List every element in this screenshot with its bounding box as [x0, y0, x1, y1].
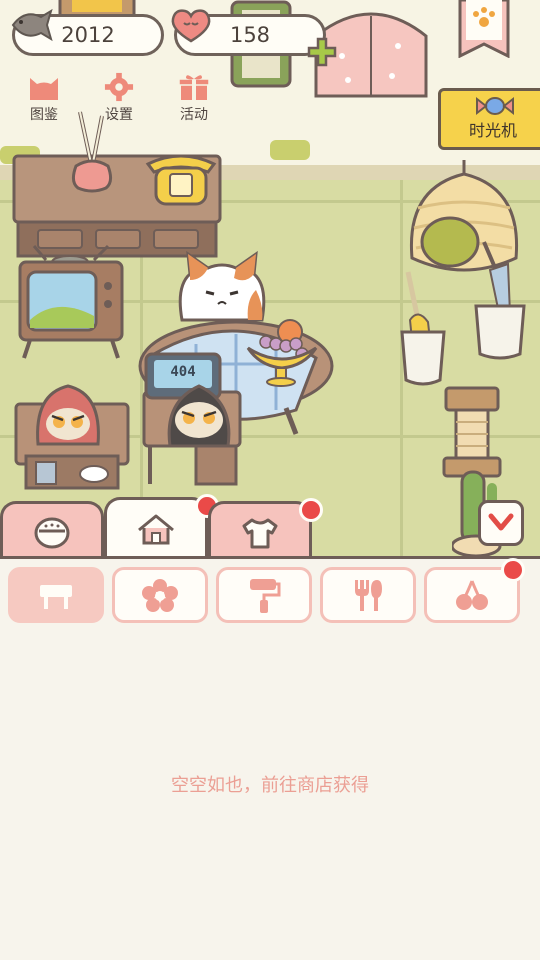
heart-counter: 158: [171, 9, 337, 67]
moss-decoration: [270, 140, 310, 160]
tab-clothing[interactable]: [208, 498, 323, 561]
time-machine-button[interactable]: 时光机: [438, 88, 540, 150]
pot-with-brush[interactable]: [396, 270, 450, 388]
candy-icon: [476, 96, 514, 116]
category-tab-row: [0, 494, 540, 561]
utensils-icon: [355, 580, 382, 611]
table-icon: [40, 585, 72, 609]
vase-with-sticks[interactable]: [66, 108, 116, 194]
black-owl-doll[interactable]: [164, 382, 234, 450]
time-machine-label: 时光机: [468, 121, 517, 140]
room-scene[interactable]: 2012 158 图鉴 设置 活动 时光机 404: [0, 0, 540, 557]
category-dining-button[interactable]: [320, 567, 416, 623]
cat-food-bowl-icon: [34, 517, 70, 548]
house-icon: [138, 514, 174, 544]
gift-icon: [178, 75, 210, 100]
coin-count: 2012: [61, 23, 115, 47]
furniture-inventory-panel: 空空如也，前往商店获得: [0, 556, 540, 960]
tab-furniture-house[interactable]: [104, 494, 219, 557]
coin-counter: 2012: [11, 8, 164, 56]
menu-label: 活动: [180, 107, 208, 123]
tv-screen-text: 404: [170, 364, 196, 380]
add-hearts-plus-icon[interactable]: [307, 37, 337, 67]
empty-state-message: 空空如也，前往商店获得: [171, 775, 369, 796]
collection-menu-button[interactable]: 图鉴: [14, 72, 74, 124]
fruit-bowl[interactable]: [244, 314, 320, 388]
retro-television[interactable]: [16, 240, 126, 362]
shirt-icon: [242, 518, 278, 548]
fish-coin-icon: [11, 8, 53, 42]
category-food-button[interactable]: [424, 558, 525, 623]
menu-label: 图鉴: [30, 107, 58, 123]
category-plants-button[interactable]: [112, 567, 208, 623]
heart-icon: [171, 9, 211, 43]
paint-roller-icon: [250, 579, 281, 613]
notification-badge: [299, 498, 323, 522]
cat-face-icon: [30, 78, 58, 100]
tab-cat-food[interactable]: [0, 501, 104, 561]
notification-badge: [501, 558, 525, 582]
category-tables-button[interactable]: [8, 567, 104, 623]
gear-icon: [104, 72, 134, 102]
events-menu-button[interactable]: 活动: [164, 72, 224, 124]
pot-with-umbrella[interactable]: [470, 240, 530, 362]
cherry-icon: [456, 580, 488, 610]
paw-banner-icon[interactable]: [458, 0, 510, 58]
heart-count: 158: [229, 23, 271, 47]
side-table-with-red-owl[interactable]: [12, 380, 132, 498]
flower-icon: [142, 579, 178, 612]
category-decor-button[interactable]: [216, 567, 312, 623]
yellow-telephone[interactable]: [142, 152, 220, 208]
